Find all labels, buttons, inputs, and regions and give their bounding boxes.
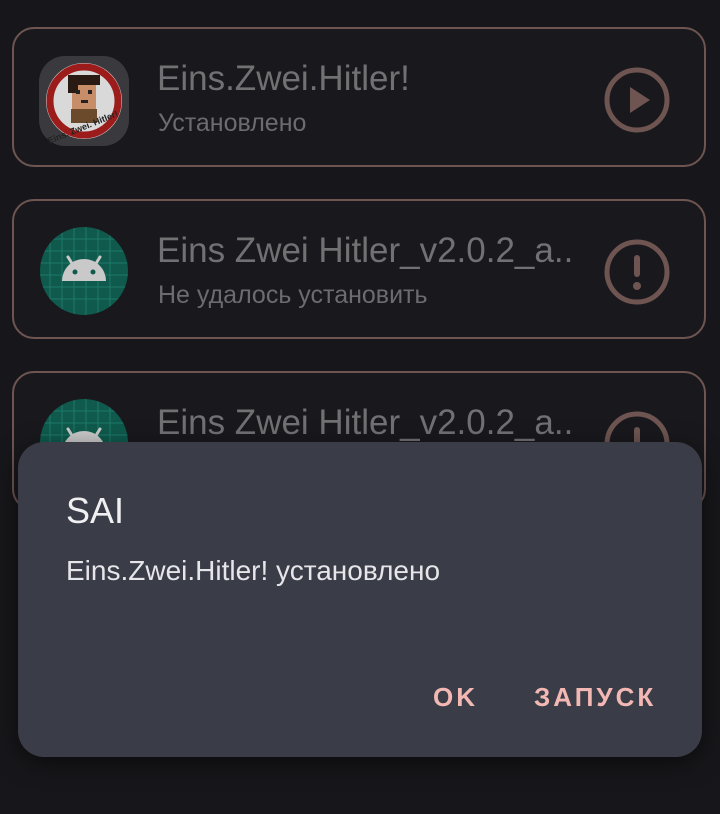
install-result-dialog: SAI Eins.Zwei.Hitler! установлено OK ЗАП… (18, 442, 702, 757)
launch-button[interactable]: ЗАПУСК (534, 682, 656, 713)
dialog-message: Eins.Zwei.Hitler! установлено (66, 555, 441, 586)
ok-button[interactable]: OK (433, 682, 478, 713)
dialog-title: SAI (66, 490, 125, 531)
screen: Eins. Zwei. Hitler! Eins.Zwei.Hitler! Ус… (0, 0, 720, 814)
